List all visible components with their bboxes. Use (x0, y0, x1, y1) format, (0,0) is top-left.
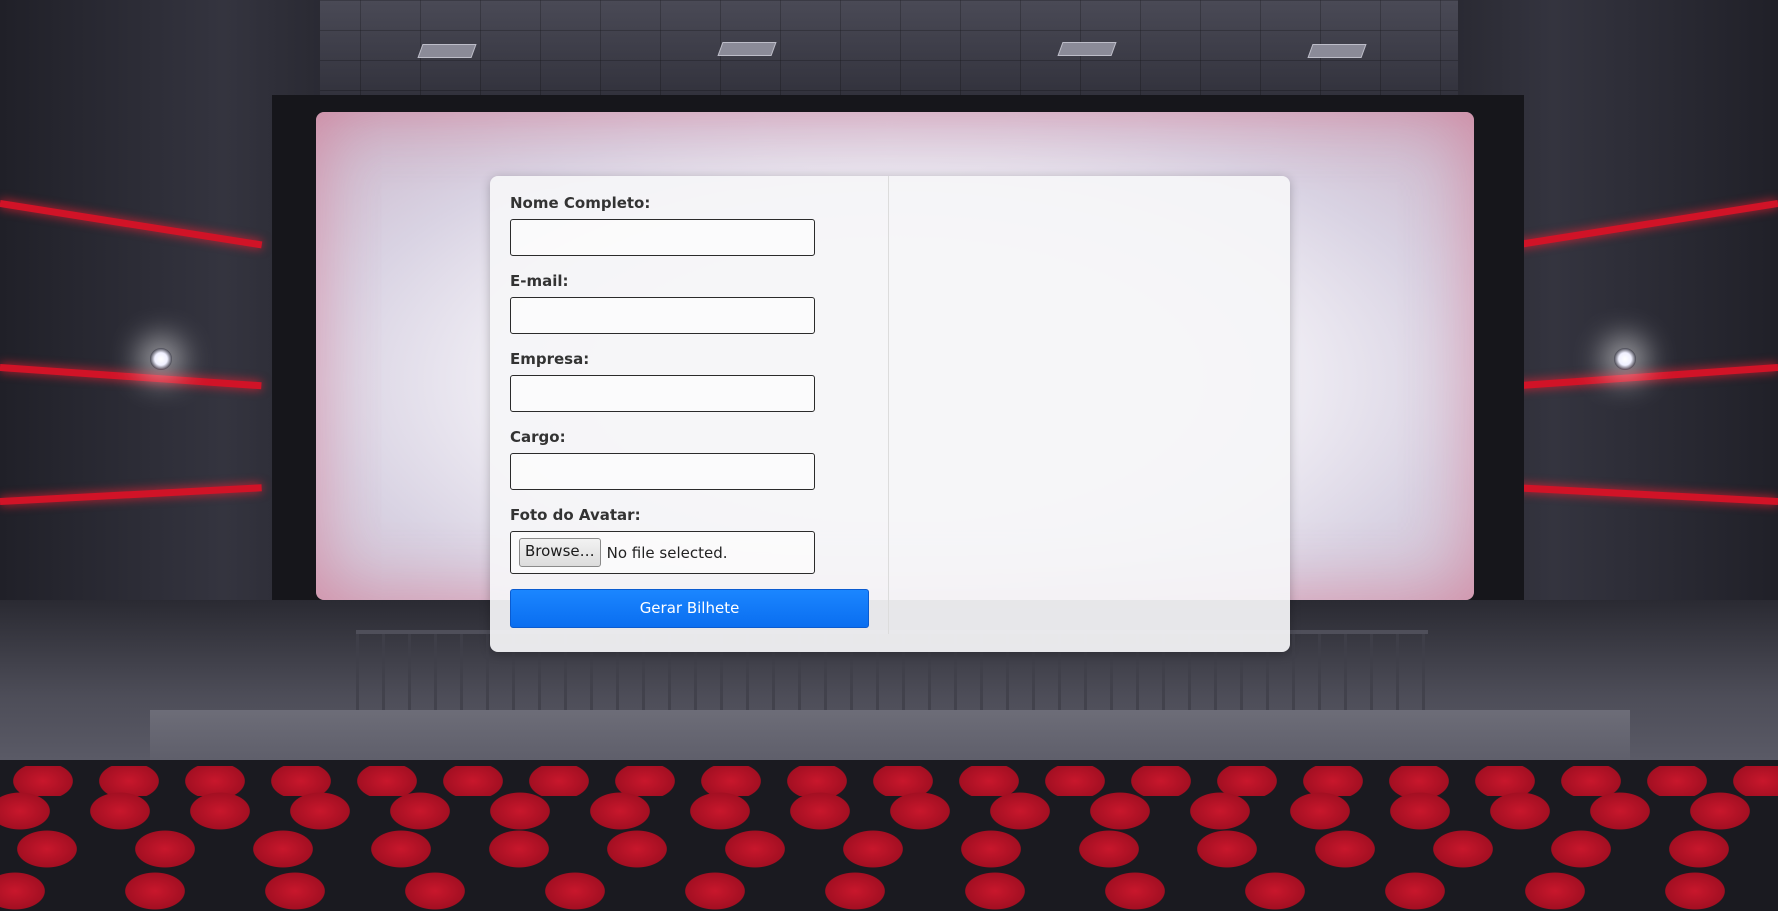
email-field: E-mail: (510, 272, 868, 334)
full-name-field: Nome Completo: (510, 194, 868, 256)
email-input[interactable] (510, 297, 815, 334)
ticket-preview-area (889, 176, 1290, 652)
job-title-input[interactable] (510, 453, 815, 490)
seat-row (0, 866, 1778, 911)
ceiling-vent (1057, 42, 1117, 56)
ceiling-vent (717, 42, 777, 56)
avatar-label: Foto do Avatar: (510, 506, 641, 524)
wall-light (150, 348, 172, 370)
registration-form: Nome Completo: E-mail: Empresa: Cargo: F… (490, 176, 889, 634)
avatar-field: Foto do Avatar: Browse… No file selected… (510, 506, 868, 574)
full-name-label: Nome Completo: (510, 194, 651, 212)
seat-row (0, 792, 1778, 830)
wall-light (1614, 348, 1636, 370)
company-field: Empresa: (510, 350, 868, 412)
ceiling-vent (417, 44, 477, 58)
generate-ticket-button[interactable]: Gerar Bilhete (510, 589, 869, 628)
browse-button[interactable]: Browse… (519, 538, 601, 567)
ceiling-vent (1307, 44, 1367, 58)
ticket-form-card: Nome Completo: E-mail: Empresa: Cargo: F… (490, 176, 1290, 652)
job-title-field: Cargo: (510, 428, 868, 490)
job-title-label: Cargo: (510, 428, 566, 446)
company-label: Empresa: (510, 350, 590, 368)
cinema-background: Nome Completo: E-mail: Empresa: Cargo: F… (0, 0, 1778, 911)
ceiling-grid (180, 0, 1600, 95)
full-name-input[interactable] (510, 219, 815, 256)
file-status-text: No file selected. (606, 543, 728, 562)
company-input[interactable] (510, 375, 815, 412)
avatar-file-input[interactable]: Browse… No file selected. (510, 531, 815, 574)
email-label: E-mail: (510, 272, 569, 290)
